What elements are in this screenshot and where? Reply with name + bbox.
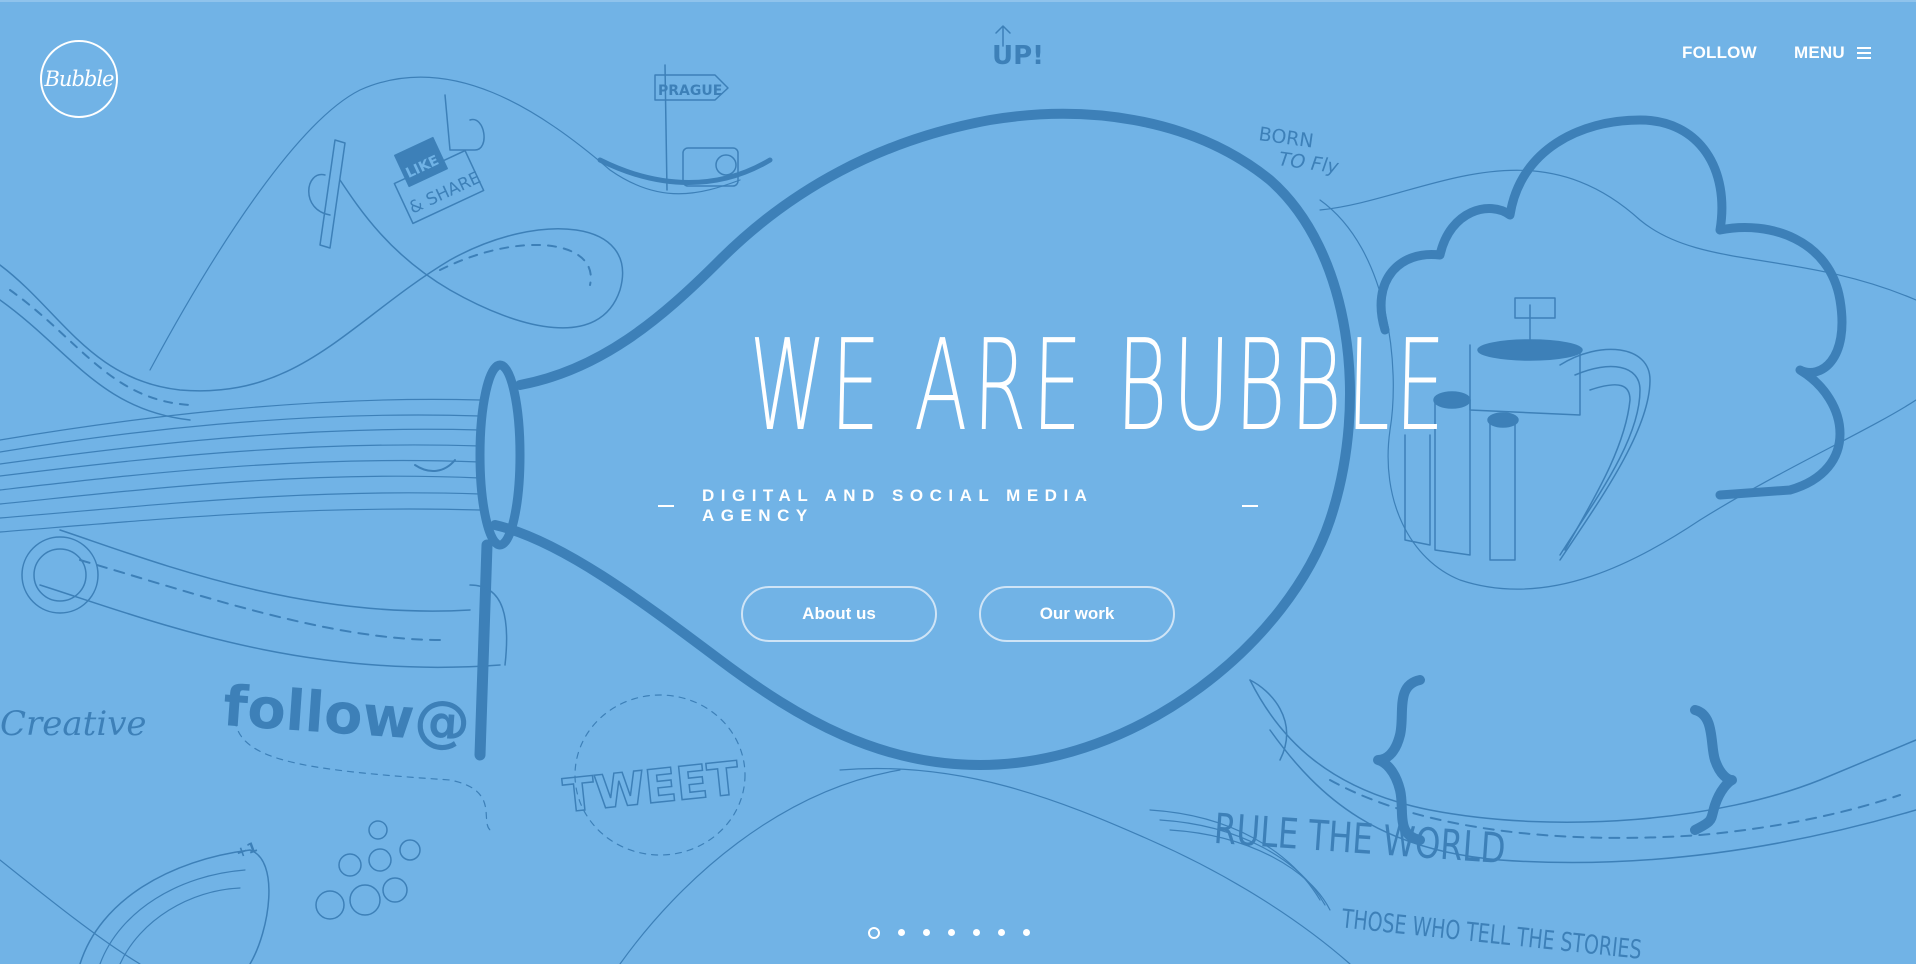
pagination-dot[interactable] [973,929,980,936]
pagination-dot[interactable] [948,929,955,936]
menu-label: MENU [1794,43,1845,62]
about-us-button[interactable]: About us [741,586,937,642]
tagline-left-dash [658,505,674,507]
pagination-dot[interactable] [898,929,905,936]
follow-label: FOLLOW [1682,43,1757,62]
up-text: UP! [992,41,1044,71]
tagline-text: DIGITAL AND SOCIAL MEDIA AGENCY [701,486,1093,525]
our-work-label: Our work [1039,604,1115,623]
hamburger-icon [1856,47,1871,59]
wand-ring [475,360,525,550]
wand-handle [474,539,493,761]
pagination-dot[interactable] [1023,929,1030,936]
slide-pagination [868,927,1030,939]
cloud-outline [1376,115,1847,500]
our-work-button[interactable]: Our work [979,586,1175,642]
hero-tagline: DIGITAL AND SOCIAL MEDIA AGENCY [630,486,1286,526]
quote-line2: RULE THE WORLD [1212,804,1507,873]
pagination-dot[interactable] [923,929,930,936]
about-us-label: About us [802,604,876,623]
hero-title: WE ARE BUBBLE [746,312,1452,459]
prague-text: PRAGUE [658,83,722,99]
logo-text: Bubble [44,67,115,91]
follow-text: follow@ [221,674,472,756]
pagination-dot[interactable] [868,927,880,939]
quote-line1: THOSE WHO TELL THE STORIES [1340,905,1643,964]
top-border [0,0,1916,2]
hero-illustration: UP! PRAGUE BORN TO Fly LIKE & SHARE foll… [0,25,1916,964]
follow-link[interactable]: FOLLOW [1682,42,1757,64]
bubble-logo[interactable]: Bubble [40,40,118,118]
creative-text: Creative [0,704,147,744]
menu-button[interactable]: MENU [1794,42,1871,64]
tweet-text: TWEET [561,751,743,823]
pagination-dot[interactable] [998,929,1005,936]
tagline-right-dash [1242,505,1258,507]
plus-one-text: +1 [234,839,260,861]
to-fly-text: TO Fly [1277,148,1340,178]
